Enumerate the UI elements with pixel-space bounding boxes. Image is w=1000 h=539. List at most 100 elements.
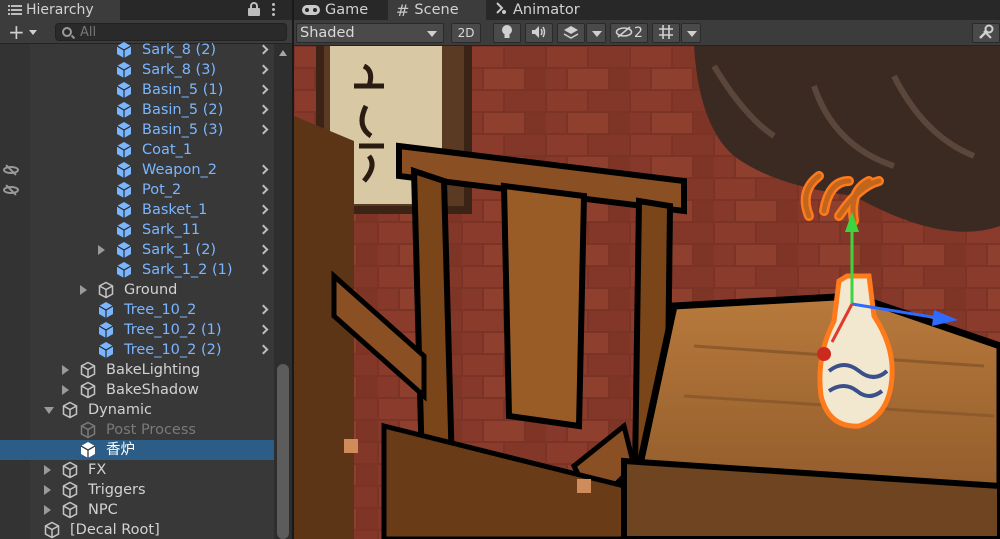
prefab-open-chevron-icon[interactable] bbox=[258, 244, 269, 255]
expand-right-arrow-icon[interactable] bbox=[44, 485, 51, 495]
scene-render bbox=[294, 46, 1000, 539]
hierarchy-row[interactable]: Tree_10_2 (2) bbox=[30, 340, 274, 360]
wooden-table bbox=[620, 292, 1000, 539]
effects-toggle-button[interactable] bbox=[557, 23, 585, 43]
hierarchy-menu-icon bbox=[8, 4, 22, 16]
gameobject-cube-icon bbox=[79, 421, 97, 439]
hierarchy-row-label: Sark_8 (2) bbox=[142, 42, 217, 58]
hierarchy-row[interactable]: Tree_10_2 bbox=[30, 300, 274, 320]
audio-toggle-button[interactable] bbox=[525, 23, 553, 43]
hierarchy-row[interactable]: Ground bbox=[30, 280, 274, 300]
effects-dropdown-button[interactable] bbox=[586, 23, 606, 43]
prefab-cube-icon bbox=[97, 321, 115, 339]
hierarchy-row-label: Sark_1 (2) bbox=[142, 242, 217, 258]
hierarchy-row[interactable]: Basin_5 (3) bbox=[30, 120, 274, 140]
hierarchy-row[interactable]: Basket_1 bbox=[30, 200, 274, 220]
hierarchy-row[interactable]: Sark_8 (2) bbox=[30, 40, 274, 60]
expand-right-arrow-icon[interactable] bbox=[62, 385, 69, 395]
prefab-open-chevron-icon[interactable] bbox=[258, 344, 269, 355]
tab-scene[interactable]: # Scene bbox=[388, 0, 486, 20]
gameobject-cube-icon bbox=[43, 521, 61, 539]
hierarchy-row-label: Sark_1_2 (1) bbox=[142, 262, 233, 278]
hierarchy-row-label: Coat_1 bbox=[142, 142, 193, 158]
prefab-cube-icon bbox=[115, 61, 133, 79]
hierarchy-row[interactable]: Tree_10_2 (1) bbox=[30, 320, 274, 340]
prefab-open-chevron-icon[interactable] bbox=[258, 264, 269, 275]
shading-mode-dropdown[interactable]: Shaded bbox=[296, 23, 444, 43]
expand-right-arrow-icon[interactable] bbox=[44, 465, 51, 475]
prefab-open-chevron-icon[interactable] bbox=[258, 224, 269, 235]
prefab-cube-icon bbox=[115, 161, 133, 179]
hierarchy-row[interactable]: NPC bbox=[30, 500, 274, 520]
kebab-menu-icon[interactable] bbox=[270, 2, 276, 18]
hierarchy-search-input[interactable]: All bbox=[55, 23, 287, 41]
gameobject-cube-icon bbox=[79, 441, 97, 459]
hierarchy-row[interactable]: BakeLighting bbox=[30, 360, 274, 380]
hierarchy-row[interactable]: Sark_8 (3) bbox=[30, 60, 274, 80]
toggle-2d-button[interactable]: 2D bbox=[451, 23, 481, 43]
prefab-open-chevron-icon[interactable] bbox=[258, 124, 269, 135]
scene-viewport[interactable] bbox=[294, 46, 1000, 539]
hierarchy-row-label: Basin_5 (2) bbox=[142, 102, 224, 118]
hierarchy-row[interactable]: Sark_1 (2) bbox=[30, 240, 274, 260]
toggle-2d-label: 2D bbox=[457, 26, 475, 40]
prefab-open-chevron-icon[interactable] bbox=[258, 44, 269, 55]
lighting-toggle-button[interactable] bbox=[493, 23, 521, 43]
tools-button[interactable] bbox=[972, 23, 1000, 43]
hierarchy-row[interactable]: FX bbox=[30, 460, 274, 480]
prefab-open-chevron-icon[interactable] bbox=[258, 204, 269, 215]
hierarchy-panel: Hierarchy + All Sark_8 (2) Sark_8 (3) Basi… bbox=[0, 0, 292, 539]
add-object-button[interactable]: + bbox=[4, 22, 44, 42]
expand-right-arrow-icon[interactable] bbox=[98, 245, 105, 255]
hidden-eye-icon[interactable] bbox=[2, 164, 20, 176]
hierarchy-row[interactable]: [Decal Root] bbox=[30, 520, 274, 539]
prefab-open-chevron-icon[interactable] bbox=[258, 104, 269, 115]
scroll-up-arrow-icon[interactable] bbox=[279, 50, 287, 56]
hierarchy-scrollbar[interactable] bbox=[274, 44, 292, 539]
prefab-cube-icon bbox=[97, 301, 115, 319]
hierarchy-row[interactable]: Basin_5 (2) bbox=[30, 100, 274, 120]
expand-right-arrow-icon[interactable] bbox=[80, 285, 87, 295]
hierarchy-row-label: BakeShadow bbox=[106, 382, 199, 398]
scroll-thumb[interactable] bbox=[277, 364, 289, 539]
grid-toggle-button[interactable] bbox=[652, 23, 680, 43]
hierarchy-row-label: FX bbox=[88, 462, 107, 478]
visibility-gutter bbox=[0, 44, 30, 539]
prefab-open-chevron-icon[interactable] bbox=[258, 84, 269, 95]
gameobject-cube-icon bbox=[79, 361, 97, 379]
scene-panel: Game # Scene Animator Shaded 2D 2 bbox=[294, 0, 1000, 539]
hierarchy-row[interactable]: 香炉 bbox=[0, 440, 274, 460]
hidden-objects-toggle-button[interactable]: 2 bbox=[610, 23, 648, 43]
tab-game[interactable]: Game bbox=[294, 0, 388, 20]
prefab-cube-icon bbox=[115, 81, 133, 99]
prefab-open-chevron-icon[interactable] bbox=[258, 184, 269, 195]
tab-animator[interactable]: Animator bbox=[486, 0, 596, 20]
hierarchy-tab[interactable]: Hierarchy bbox=[0, 0, 120, 20]
hierarchy-row[interactable]: Coat_1 bbox=[30, 140, 274, 160]
expand-down-arrow-icon[interactable] bbox=[44, 407, 54, 414]
hierarchy-row[interactable]: Sark_1_2 (1) bbox=[30, 260, 274, 280]
hierarchy-row[interactable]: Basin_5 (1) bbox=[30, 80, 274, 100]
chevron-down-icon bbox=[592, 31, 602, 37]
prefab-cube-icon bbox=[115, 101, 133, 119]
hierarchy-row[interactable]: BakeShadow bbox=[30, 380, 274, 400]
prefab-open-chevron-icon[interactable] bbox=[258, 304, 269, 315]
expand-right-arrow-icon[interactable] bbox=[44, 505, 51, 515]
hierarchy-row-label: Triggers bbox=[88, 482, 146, 498]
prefab-open-chevron-icon[interactable] bbox=[258, 324, 269, 335]
hierarchy-row[interactable]: Pot_2 bbox=[30, 180, 274, 200]
prefab-open-chevron-icon[interactable] bbox=[258, 64, 269, 75]
prefab-cube-icon bbox=[115, 181, 133, 199]
hierarchy-row[interactable]: Triggers bbox=[30, 480, 274, 500]
grid-dropdown-button[interactable] bbox=[681, 23, 701, 43]
tab-game-label: Game bbox=[325, 2, 369, 18]
hierarchy-row-label: Tree_10_2 bbox=[124, 302, 197, 318]
expand-right-arrow-icon[interactable] bbox=[62, 365, 69, 375]
prefab-open-chevron-icon[interactable] bbox=[258, 164, 269, 175]
hierarchy-row[interactable]: Dynamic bbox=[30, 400, 274, 420]
hierarchy-row[interactable]: Weapon_2 bbox=[30, 160, 274, 180]
hierarchy-row[interactable]: Post Process bbox=[30, 420, 274, 440]
hierarchy-row[interactable]: Sark_11 bbox=[30, 220, 274, 240]
hidden-eye-icon[interactable] bbox=[2, 184, 20, 196]
lock-icon[interactable] bbox=[248, 2, 260, 16]
